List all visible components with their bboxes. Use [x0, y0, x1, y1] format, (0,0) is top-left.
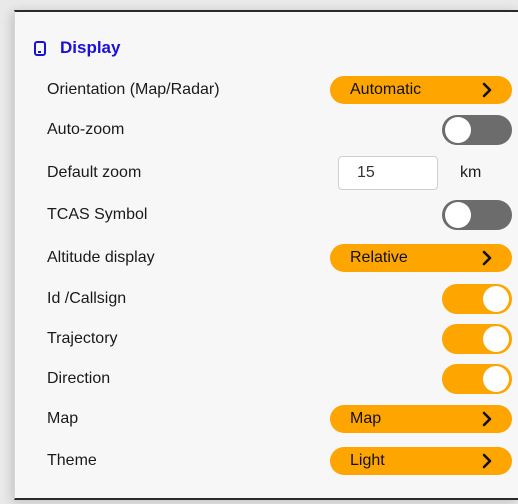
chevron-right-icon: [482, 250, 492, 266]
toggle-knob: [483, 366, 509, 392]
trajectory-label: Trajectory: [47, 330, 118, 347]
altitude-display-row: Altitude display Relative: [14, 238, 518, 278]
map-value: Map: [350, 410, 382, 427]
default-zoom-row: Default zoom km: [14, 153, 518, 193]
map-row: Map Map: [14, 399, 518, 439]
theme-row: Theme Light: [14, 441, 518, 481]
id-callsign-label: Id /Callsign: [47, 290, 127, 307]
orientation-select-button[interactable]: Automatic: [330, 76, 512, 104]
direction-toggle[interactable]: [442, 364, 512, 394]
toggle-knob: [483, 286, 509, 312]
auto-zoom-label: Auto-zoom: [47, 121, 125, 138]
zoom-unit-label: km: [460, 164, 482, 181]
section-header: Display: [34, 36, 120, 60]
toggle-knob: [445, 117, 471, 143]
chevron-right-icon: [482, 411, 492, 427]
direction-row: Direction: [14, 359, 518, 399]
default-zoom-input[interactable]: [338, 156, 438, 190]
orientation-value: Automatic: [350, 81, 422, 98]
direction-label: Direction: [47, 370, 111, 387]
trajectory-row: Trajectory: [14, 319, 518, 359]
tcas-symbol-label: TCAS Symbol: [47, 206, 148, 223]
chevron-right-icon: [482, 82, 492, 98]
theme-label: Theme: [47, 452, 97, 469]
auto-zoom-toggle[interactable]: [442, 115, 512, 145]
altitude-display-value: Relative: [350, 249, 408, 266]
tcas-symbol-row: TCAS Symbol: [14, 195, 518, 235]
section-title: Display: [60, 38, 121, 57]
toggle-knob: [483, 326, 509, 352]
toggle-knob: [445, 202, 471, 228]
trajectory-toggle[interactable]: [442, 324, 512, 354]
theme-value: Light: [350, 452, 385, 469]
auto-zoom-row: Auto-zoom: [14, 110, 518, 150]
altitude-display-label: Altitude display: [47, 249, 155, 266]
map-select-button[interactable]: Map: [330, 405, 512, 433]
map-label: Map: [47, 410, 79, 427]
tcas-symbol-toggle[interactable]: [442, 200, 512, 230]
default-zoom-label: Default zoom: [47, 164, 142, 181]
theme-select-button[interactable]: Light: [330, 447, 512, 475]
altitude-display-select-button[interactable]: Relative: [330, 244, 512, 272]
mobile-device-icon: [34, 40, 46, 56]
orientation-row: Orientation (Map/Radar) Automatic: [14, 70, 518, 110]
id-callsign-toggle[interactable]: [442, 284, 512, 314]
id-callsign-row: Id /Callsign: [14, 279, 518, 319]
chevron-right-icon: [482, 453, 492, 469]
orientation-label: Orientation (Map/Radar): [47, 81, 220, 98]
